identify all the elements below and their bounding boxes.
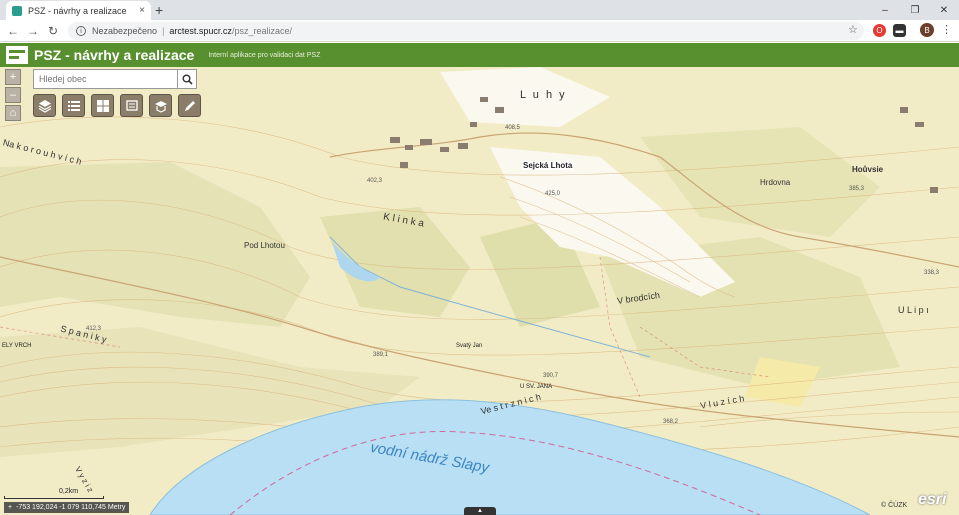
app-subtitle: Interní aplikace pro validaci dat PSZ	[208, 51, 321, 59]
layers-icon[interactable]	[33, 94, 56, 117]
new-tab-button[interactable]: +	[155, 2, 163, 18]
basemap-icon[interactable]	[149, 94, 172, 117]
tab-close-icon[interactable]: ×	[139, 5, 145, 16]
esri-logo: esri	[918, 491, 947, 508]
scale-bar: 0,2km	[4, 488, 104, 499]
browser-toolbar: ← → ↻ i Nezabezpečeno | arctest.spucr.cz…	[0, 20, 959, 42]
extension-icon[interactable]: ▬	[893, 24, 906, 37]
coordinates-readout: + -753 192,024 -1 079 110,745 Metry	[4, 502, 130, 513]
browser-menu-icon[interactable]: ⋮	[941, 23, 952, 36]
app-logo-icon	[6, 46, 28, 64]
app-title: PSZ - návrhy a realizace	[34, 47, 195, 63]
app-header: PSZ - návrhy a realizace Interní aplikac…	[0, 43, 959, 67]
address-bar[interactable]: i Nezabezpečeno | arctest.spucr.cz /psz_…	[68, 22, 864, 40]
list-icon[interactable]	[62, 94, 85, 117]
print-icon[interactable]	[120, 94, 143, 117]
restore-button[interactable]: ❐	[900, 0, 930, 20]
url-path: /psz_realizace/	[231, 26, 292, 36]
site-favicon-icon	[12, 5, 22, 16]
info-icon[interactable]: i	[76, 26, 86, 36]
bookmark-star-icon[interactable]: ☆	[848, 23, 858, 36]
map-view[interactable]: vodní nádrž Slapy Sejcká Lhota L u h y K…	[0, 67, 959, 515]
scale-line	[4, 496, 104, 499]
coordinates-text: -753 192,024 -1 079 110,745 Metry	[16, 504, 126, 511]
topographic-map	[0, 67, 959, 515]
home-icon[interactable]: ⌂	[5, 105, 21, 121]
reload-button[interactable]: ↻	[44, 22, 62, 40]
back-button[interactable]: ←	[4, 22, 22, 40]
url-host: arctest.spucr.cz	[169, 26, 232, 36]
close-window-button[interactable]: ✕	[929, 0, 959, 20]
browser-tabstrip: PSZ - návrhy a realizace × + – ❐ ✕	[0, 0, 959, 20]
map-toolbar	[33, 94, 201, 117]
forward-button[interactable]: →	[24, 22, 42, 40]
bottom-panel-toggle[interactable]: ▲	[464, 507, 496, 515]
separator: |	[162, 26, 165, 36]
opera-extension-icon[interactable]: O	[873, 24, 886, 37]
scale-label: 0,2km	[59, 488, 79, 495]
map-zoom-controls: + – ⌂	[5, 69, 21, 123]
search-icon[interactable]	[177, 70, 196, 88]
coords-toggle-button[interactable]: +	[8, 504, 12, 511]
security-label: Nezabezpečeno	[92, 26, 158, 36]
tab-title: PSZ - návrhy a realizace	[28, 5, 127, 16]
search-input[interactable]	[34, 70, 177, 88]
minimize-button[interactable]: –	[870, 0, 900, 20]
browser-tab[interactable]: PSZ - návrhy a realizace ×	[6, 1, 151, 20]
attribution: © ČÚZK	[881, 502, 908, 509]
avatar[interactable]: B	[920, 23, 934, 37]
municipality-search	[33, 69, 197, 89]
grid-icon[interactable]	[91, 94, 114, 117]
zoom-out-button[interactable]: –	[5, 87, 21, 103]
edit-icon[interactable]	[178, 94, 201, 117]
zoom-in-button[interactable]: +	[5, 69, 21, 85]
